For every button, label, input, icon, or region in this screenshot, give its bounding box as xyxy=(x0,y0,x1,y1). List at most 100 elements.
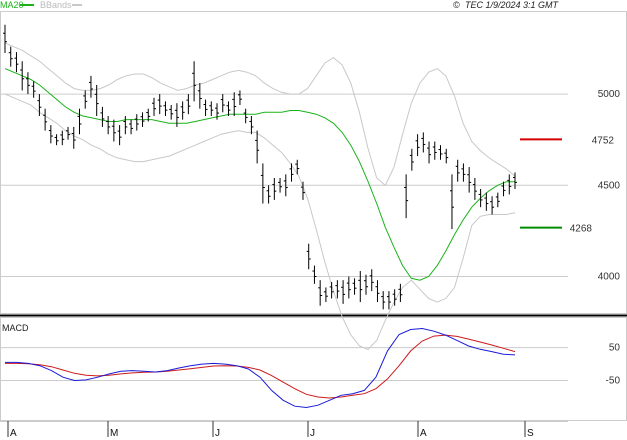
price-bar xyxy=(134,114,139,131)
price-bar xyxy=(444,148,449,164)
price-bar xyxy=(266,185,271,204)
price-bar xyxy=(117,125,122,146)
price-bar xyxy=(472,178,477,200)
price-bar xyxy=(54,134,59,146)
price-bar xyxy=(197,83,202,109)
ma-legend-label: MA20 xyxy=(0,0,24,10)
price-bar xyxy=(306,243,311,270)
price-bar xyxy=(243,108,248,124)
price-bar xyxy=(3,24,7,54)
price-bar xyxy=(421,132,426,153)
price-bar xyxy=(415,134,420,157)
resistance-label: 4752 xyxy=(592,135,615,146)
price-bar xyxy=(203,99,208,116)
price-bar xyxy=(237,90,242,106)
price-panel-border xyxy=(0,11,627,314)
price-bar xyxy=(335,280,340,299)
price-bar xyxy=(352,278,357,295)
price-bar xyxy=(83,90,88,109)
price-bar xyxy=(461,163,466,182)
bbands-legend-swatch xyxy=(72,4,82,6)
ma20-line xyxy=(4,68,515,281)
price-bar xyxy=(100,106,105,127)
price-bar xyxy=(369,269,374,292)
price-bar xyxy=(427,141,432,164)
ma20-polyline xyxy=(4,68,515,281)
price-tick-label: 4500 xyxy=(598,180,621,191)
price-bar xyxy=(341,280,346,304)
price-bar xyxy=(289,163,294,182)
price-bar xyxy=(323,287,328,303)
price-bar xyxy=(123,115,128,135)
price-bar xyxy=(8,46,13,67)
bband-lower-line xyxy=(4,93,516,351)
price-bar xyxy=(129,119,134,135)
price-bar xyxy=(381,291,386,310)
price-bar xyxy=(48,125,53,144)
price-bar xyxy=(455,159,460,182)
price-bar xyxy=(77,108,82,135)
price-grid xyxy=(0,93,568,278)
price-bar xyxy=(255,130,260,164)
price-bar xyxy=(232,92,237,116)
price-bar xyxy=(163,101,168,116)
price-bar xyxy=(507,174,512,195)
price-bar xyxy=(364,274,369,295)
price-bar xyxy=(449,174,454,230)
price-bar xyxy=(484,192,489,211)
price-bar xyxy=(432,141,437,160)
copyright-icon: © xyxy=(453,0,460,10)
macd-tick-label: 50 xyxy=(609,343,621,354)
price-bar xyxy=(220,94,225,113)
stock-chart: MA20 BBands © TEC 1/9/2024 3:1 GMT 47524… xyxy=(0,0,627,439)
price-bar xyxy=(71,126,76,149)
macd-lines xyxy=(5,327,516,409)
price-bar xyxy=(467,167,472,193)
bband-upper-line xyxy=(4,42,516,187)
price-bar xyxy=(157,94,162,115)
price-bar xyxy=(346,276,351,299)
macd-axis-ticks: 50 -50 xyxy=(606,343,621,387)
month-label: J xyxy=(310,428,315,439)
month-label: A xyxy=(10,428,17,439)
macd-signal-line xyxy=(5,334,516,399)
price-bars xyxy=(3,24,517,310)
macd-panel-border xyxy=(0,317,627,421)
macd-main-line xyxy=(5,327,516,409)
price-bar xyxy=(43,108,48,131)
price-bar xyxy=(186,94,191,115)
price-tick-label: 4000 xyxy=(598,272,621,283)
macd-title: MACD xyxy=(2,323,29,333)
support-label: 4268 xyxy=(570,224,593,235)
price-bar xyxy=(438,145,443,160)
month-label: J xyxy=(215,428,220,439)
price-bar xyxy=(375,280,380,303)
price-bar xyxy=(106,115,111,135)
price-bar xyxy=(180,101,185,120)
month-label: S xyxy=(527,428,534,439)
bollinger-bands xyxy=(4,42,516,351)
price-bar xyxy=(490,196,495,215)
price-bar xyxy=(192,61,197,102)
price-bar xyxy=(478,188,483,208)
month-axis: AMJJAS xyxy=(7,421,534,439)
price-bar xyxy=(31,81,36,98)
month-label: M xyxy=(110,428,118,439)
chart-timestamp: TEC 1/9/2024 3:1 GMT xyxy=(465,0,560,10)
price-bar xyxy=(312,265,317,284)
price-bar xyxy=(318,280,323,306)
price-bar xyxy=(111,119,116,142)
price-bar xyxy=(272,178,277,200)
price-axis-ticks: 4000 4500 5000 xyxy=(598,89,621,282)
price-bar xyxy=(209,101,214,116)
price-bar xyxy=(151,97,156,116)
price-tick-label: 5000 xyxy=(598,89,621,100)
price-bar xyxy=(495,192,500,208)
price-bar xyxy=(169,105,174,120)
price-bar xyxy=(386,291,391,310)
month-label: A xyxy=(420,428,427,439)
price-bar xyxy=(25,72,30,95)
macd-tick-label: -50 xyxy=(606,376,621,387)
price-bar xyxy=(14,52,19,73)
price-bar xyxy=(60,130,65,146)
